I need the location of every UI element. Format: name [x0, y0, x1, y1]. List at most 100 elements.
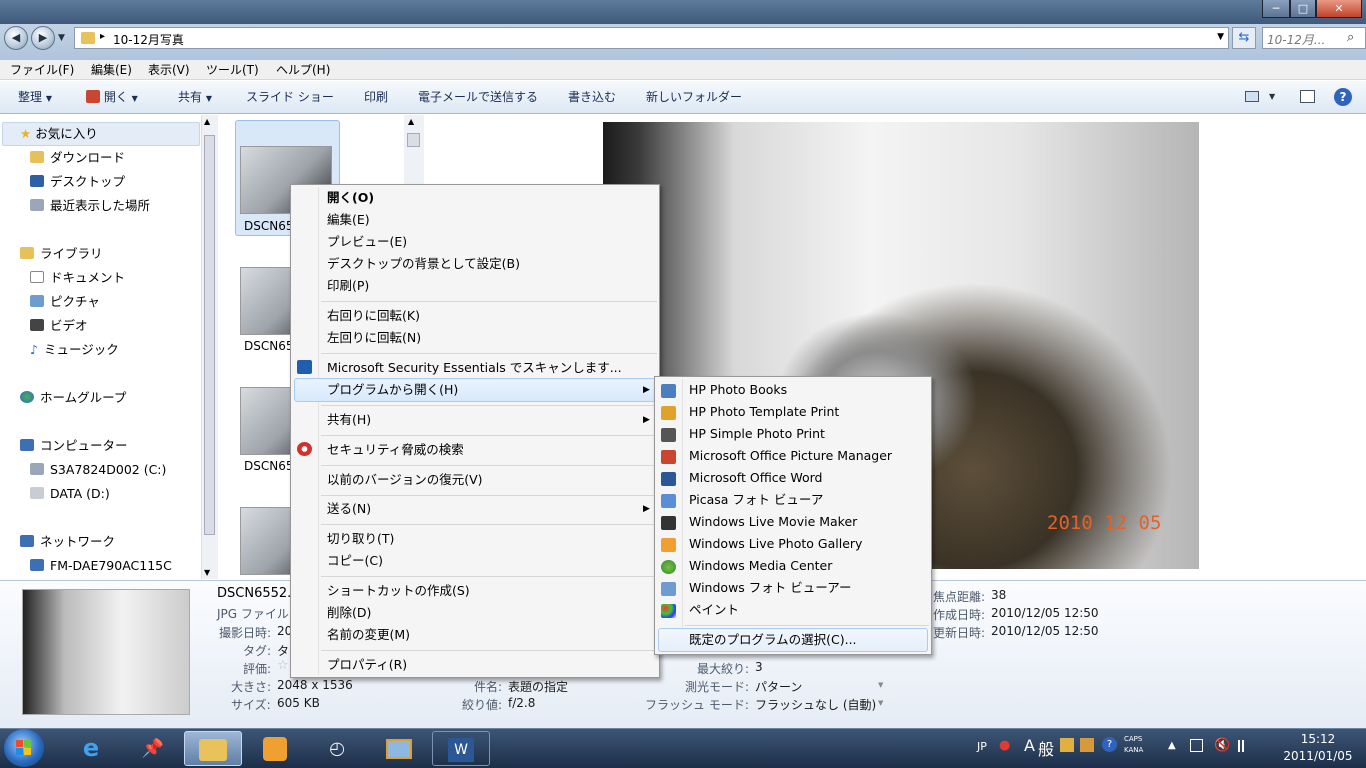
- nav-favorites[interactable]: ★ お気に入り: [20, 122, 98, 146]
- file-name[interactable]: DSCN65: [244, 339, 293, 353]
- menu-item-properties[interactable]: プロパティ(R): [327, 654, 407, 676]
- tray-expand-icon[interactable]: ▲: [1168, 740, 1176, 751]
- new-folder-button[interactable]: 新しいフォルダー: [646, 81, 742, 113]
- menu-item-open[interactable]: 開く(O): [327, 187, 374, 209]
- history-dropdown-icon[interactable]: ▼: [58, 33, 65, 43]
- app-choose-default[interactable]: 既定のプログラムの選択(C)...: [689, 629, 857, 651]
- menu-tools[interactable]: ツール(T): [204, 60, 261, 80]
- help-icon[interactable]: ?: [1334, 88, 1352, 106]
- menu-item-scan[interactable]: Microsoft Security Essentials でスキャンします..…: [327, 357, 622, 379]
- organize-button[interactable]: 整理 ▼: [18, 81, 52, 113]
- app-photo-viewer[interactable]: Windows フォト ビューアー: [689, 577, 852, 599]
- slideshow-button[interactable]: スライド ショー: [246, 81, 334, 113]
- app-hp-simple-print[interactable]: HP Simple Photo Print: [689, 423, 825, 445]
- menu-file[interactable]: ファイル(F): [8, 60, 76, 80]
- menu-edit[interactable]: 編集(E): [89, 60, 134, 80]
- address-dropdown-icon[interactable]: ▼: [1217, 32, 1224, 42]
- nav-network[interactable]: ネットワーク: [20, 530, 115, 554]
- title-value[interactable]: 表題の指定: [508, 678, 568, 695]
- ime-mode-kanji[interactable]: 般: [1038, 736, 1054, 760]
- media-player-icon[interactable]: [246, 731, 304, 766]
- print-button[interactable]: 印刷: [364, 81, 388, 113]
- ime-dictionary-icon[interactable]: [1080, 738, 1094, 752]
- pushpin-icon[interactable]: 📌: [124, 731, 182, 766]
- preview-pane-icon[interactable]: [1300, 90, 1315, 103]
- open-button[interactable]: 開く ▼: [86, 81, 138, 113]
- nav-desktop[interactable]: デスクトップ: [30, 170, 125, 194]
- refresh-icon[interactable]: ⇆: [1232, 27, 1256, 49]
- breadcrumb[interactable]: 10-12月写真: [113, 31, 184, 48]
- nav-drive-c[interactable]: S3A7824D002 (C:): [30, 458, 166, 482]
- file-name[interactable]: DSCN65: [244, 219, 293, 233]
- flash-value[interactable]: フラッシュなし (自動): [755, 696, 876, 713]
- view-options-icon[interactable]: [1245, 91, 1259, 102]
- scroll-up-icon[interactable]: ▲: [204, 117, 210, 126]
- ime-tool-icon[interactable]: [1060, 738, 1074, 752]
- menu-item-threat-search[interactable]: セキュリティ脅威の検索: [327, 439, 464, 461]
- forward-icon[interactable]: ▶: [31, 26, 55, 50]
- rating-star-icon[interactable]: ☆: [277, 658, 289, 673]
- menu-item-open-with[interactable]: プログラムから開く(H): [327, 379, 458, 401]
- menu-item-preview[interactable]: プレビュー(E): [327, 231, 407, 253]
- chevron-down-icon[interactable]: ▼: [878, 681, 883, 689]
- app-photo-gallery[interactable]: Windows Live Photo Gallery: [689, 533, 862, 555]
- scroll-down-icon[interactable]: ▼: [204, 568, 210, 577]
- nav-recent[interactable]: 最近表示した場所: [30, 194, 150, 218]
- close-button[interactable]: ✕: [1316, 0, 1362, 18]
- app-media-center[interactable]: Windows Media Center: [689, 555, 832, 577]
- nav-network-pc[interactable]: FM-DAE790AC115C: [30, 554, 172, 578]
- clock[interactable]: 15:12 2011/01/05: [1270, 731, 1366, 765]
- scroll-up-icon[interactable]: ▲: [408, 117, 414, 126]
- nav-documents[interactable]: ドキュメント: [30, 266, 125, 290]
- ime-pad-icon[interactable]: ●: [999, 738, 1010, 753]
- nav-libraries[interactable]: ライブラリ: [20, 242, 103, 266]
- search-icon[interactable]: ⌕: [1347, 30, 1354, 45]
- nav-computer[interactable]: コンピューター: [20, 434, 128, 458]
- back-icon[interactable]: ◀: [4, 26, 28, 50]
- app-word[interactable]: Microsoft Office Word: [689, 467, 822, 489]
- explorer-taskbar-button[interactable]: [184, 731, 242, 766]
- app-paint[interactable]: ペイント: [689, 599, 739, 621]
- action-center-icon[interactable]: [1190, 739, 1203, 752]
- minimize-button[interactable]: ─: [1262, 0, 1290, 18]
- nav-scrollbar[interactable]: ▲ ▼: [201, 115, 218, 579]
- menu-item-create-shortcut[interactable]: ショートカットの作成(S): [327, 580, 470, 602]
- nav-videos[interactable]: ビデオ: [30, 314, 88, 338]
- menu-item-edit[interactable]: 編集(E): [327, 209, 370, 231]
- nav-drive-d[interactable]: DATA (D:): [30, 482, 110, 506]
- email-button[interactable]: 電子メールで送信する: [418, 81, 538, 113]
- chevron-down-icon[interactable]: ▼: [878, 699, 883, 707]
- menu-item-rename[interactable]: 名前の変更(M): [327, 624, 410, 646]
- menu-item-rotate-left[interactable]: 左回りに回転(N): [327, 327, 421, 349]
- menu-item-cut[interactable]: 切り取り(T): [327, 528, 394, 550]
- internet-explorer-icon[interactable]: e: [62, 731, 120, 766]
- app-hp-photo-books[interactable]: HP Photo Books: [689, 379, 787, 401]
- menu-item-restore-versions[interactable]: 以前のバージョンの復元(V): [327, 469, 483, 491]
- menu-item-copy[interactable]: コピー(C): [327, 550, 383, 572]
- clock-app-icon[interactable]: ◴: [308, 731, 366, 766]
- menu-item-delete[interactable]: 削除(D): [327, 602, 371, 624]
- start-button[interactable]: [4, 729, 44, 767]
- nav-music[interactable]: ♪ ミュージック: [30, 338, 119, 362]
- network-signal-icon[interactable]: [1238, 740, 1254, 752]
- nav-pictures[interactable]: ピクチャ: [30, 290, 100, 314]
- nav-downloads[interactable]: ダウンロード: [30, 146, 125, 170]
- app-hp-template-print[interactable]: HP Photo Template Print: [689, 401, 839, 423]
- file-scroll-thumb[interactable]: [407, 133, 420, 147]
- menu-help[interactable]: ヘルプ(H): [274, 60, 332, 80]
- photo-gallery-taskbar-icon[interactable]: [370, 731, 428, 766]
- address-input[interactable]: ▸ 10-12月写真 ▼: [74, 27, 1229, 49]
- tags-value[interactable]: タ: [277, 642, 289, 659]
- app-picasa[interactable]: Picasa フォト ビューア: [689, 489, 823, 511]
- word-taskbar-button[interactable]: W: [432, 731, 490, 766]
- menu-item-send-to[interactable]: 送る(N): [327, 498, 371, 520]
- maximize-button[interactable]: □: [1290, 0, 1316, 18]
- breadcrumb-chevron-icon[interactable]: ▸: [100, 31, 105, 42]
- app-movie-maker[interactable]: Windows Live Movie Maker: [689, 511, 857, 533]
- menu-item-set-background[interactable]: デスクトップの背景として設定(B): [327, 253, 520, 275]
- view-dropdown-icon[interactable]: ▼: [1269, 92, 1275, 101]
- ime-mode-a[interactable]: A: [1024, 736, 1035, 755]
- metering-value[interactable]: パターン: [755, 678, 802, 695]
- menu-item-share[interactable]: 共有(H): [327, 409, 371, 431]
- app-picture-manager[interactable]: Microsoft Office Picture Manager: [689, 445, 892, 467]
